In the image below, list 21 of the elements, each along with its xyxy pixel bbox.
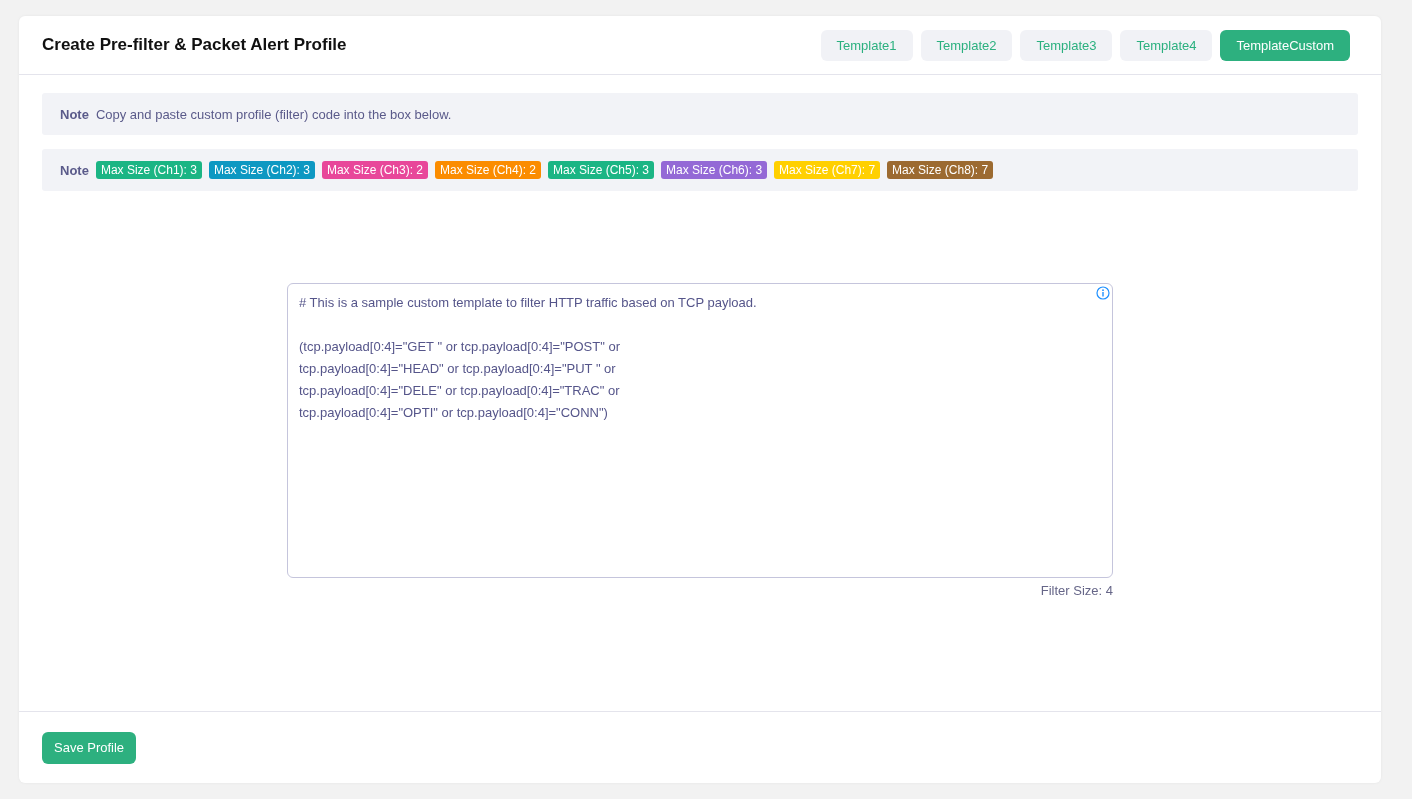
template-tab[interactable]: Template3	[1020, 29, 1113, 61]
size-badge: Max Size (Ch3): 2	[321, 161, 428, 179]
code-field[interactable]: # This is a sample custom template to filter HTTP traffic based on TCP payload. (tcp.payload[0:4]="GET " or tcp.payload[0:4]="POST" or tcp.payload[0:4]="HEAD" or tcp.payload[0:4]="PUT " or tcp.payload[0:4]="DELE" or tcp.payload[0:4]="TRAC" or tcp.payload[0:4]="OPTI" or tcp.payload[0:4]="CONN")	[287, 283, 1113, 578]
note-label: Note	[60, 106, 89, 122]
size-badge: Max Size (Ch4): 2	[435, 161, 541, 179]
template-tab[interactable]: TemplateCustom	[1220, 29, 1350, 61]
size-badge: Max Size (Ch7): 7	[774, 161, 881, 179]
template-tab[interactable]: Template4	[1120, 29, 1213, 61]
template-tab[interactable]: Template1	[820, 29, 913, 61]
note-label: Note	[60, 162, 89, 178]
size-badge: Max Size (Ch5): 3	[548, 161, 655, 179]
save-profile-button[interactable]: Save Profile	[42, 731, 137, 764]
size-badge: Max Size (Ch1): 3	[95, 161, 202, 179]
size-badge: Max Size (Ch2): 3	[208, 161, 315, 179]
page-title: Create Pre-filter & Packet Alert Profile	[42, 35, 347, 55]
size-badge: Max Size (Ch6): 3	[661, 161, 768, 179]
size-badge: Max Size (Ch8): 7	[887, 161, 994, 179]
note-text: Copy and paste custom profile (filter) code into the box below.	[95, 106, 452, 122]
info-icon[interactable]	[1096, 286, 1110, 300]
filter-size-text: Filter Size: 4	[1039, 583, 1113, 598]
template-tab[interactable]: Template2	[920, 29, 1013, 61]
